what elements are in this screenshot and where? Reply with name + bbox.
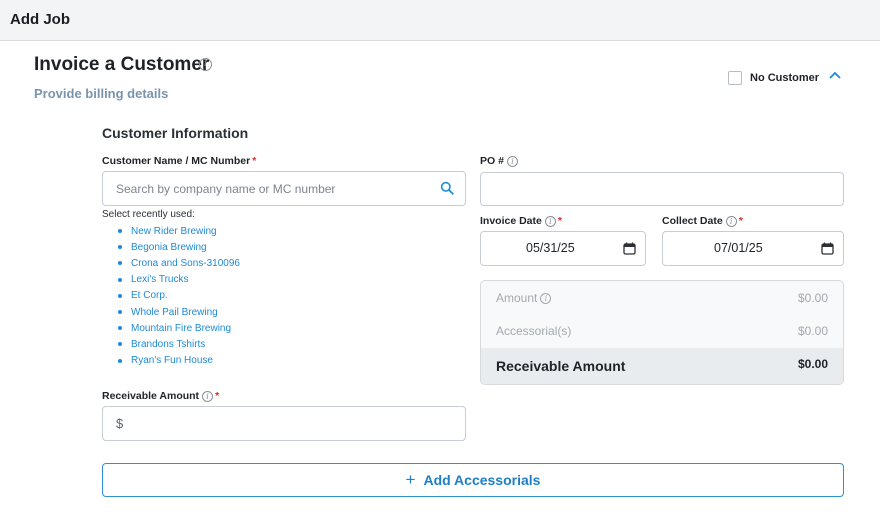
customer-name-label: Customer Name / MC Number * bbox=[102, 155, 256, 167]
required-mark: * bbox=[738, 215, 743, 227]
invoice-date-input[interactable]: 05/31/25 bbox=[480, 231, 646, 266]
recent-customer-link[interactable]: New Rider Brewing bbox=[131, 226, 217, 237]
collect-date-value: 07/01/25 bbox=[714, 241, 763, 255]
receivable-amount-label: Receivable Amount i * bbox=[102, 390, 219, 402]
recent-title: Select recently used: bbox=[102, 209, 195, 220]
info-icon[interactable]: i bbox=[506, 155, 518, 167]
recent-customer-link[interactable]: Lexi's Trucks bbox=[131, 274, 188, 285]
bullet-icon bbox=[118, 277, 122, 282]
recent-customer-link[interactable]: Begonia Brewing bbox=[131, 242, 207, 253]
add-accessorials-label: Add Accessorials bbox=[423, 472, 541, 488]
no-customer-checkbox[interactable] bbox=[728, 71, 742, 85]
customer-name-label-text: Customer Name / MC Number bbox=[102, 155, 251, 167]
page-title: Add Job bbox=[10, 11, 70, 28]
customer-information-title: Customer Information bbox=[102, 125, 249, 141]
recent-customer-item[interactable]: Crona and Sons-310096 bbox=[118, 255, 240, 271]
recent-customer-item[interactable]: Begonia Brewing bbox=[118, 239, 240, 255]
accessorials-label: Accessorial(s) bbox=[496, 324, 572, 338]
receivable-amount-input[interactable]: $ bbox=[102, 406, 466, 441]
bullet-icon bbox=[118, 261, 122, 266]
recent-customer-link[interactable]: Ryan's Fun House bbox=[131, 355, 213, 366]
amount-label: Amount i bbox=[496, 291, 552, 305]
section-title: Invoice a Customer bbox=[34, 54, 210, 75]
po-label-text: PO # bbox=[480, 155, 504, 167]
recent-customer-link[interactable]: Mountain Fire Brewing bbox=[131, 323, 231, 334]
accessorials-value: $0.00 bbox=[797, 324, 828, 338]
bullet-icon bbox=[118, 358, 122, 363]
amount-value: $0.00 bbox=[797, 291, 828, 305]
invoice-date-label-text: Invoice Date bbox=[480, 215, 542, 227]
info-icon[interactable]: i bbox=[725, 215, 737, 227]
currency-symbol: $ bbox=[116, 416, 124, 431]
po-label: PO # i bbox=[480, 155, 518, 167]
bullet-icon bbox=[118, 229, 122, 234]
receivable-total-value: $0.00 bbox=[797, 357, 828, 371]
no-customer-label: No Customer bbox=[750, 72, 820, 84]
top-bar: Add Job bbox=[0, 0, 880, 41]
bullet-icon bbox=[118, 293, 122, 298]
add-accessorials-button[interactable]: + Add Accessorials bbox=[102, 463, 844, 497]
required-mark: * bbox=[252, 155, 257, 167]
calendar-icon[interactable] bbox=[623, 242, 636, 255]
bullet-icon bbox=[118, 310, 122, 315]
recent-customer-link[interactable]: Crona and Sons-310096 bbox=[131, 258, 240, 269]
recent-customer-item[interactable]: Ryan's Fun House bbox=[118, 353, 240, 369]
invoice-date-value: 05/31/25 bbox=[526, 241, 575, 255]
amount-label-text: Amount bbox=[496, 291, 538, 305]
section-subtitle: Provide billing details bbox=[34, 86, 169, 101]
receivable-total-label: Receivable Amount bbox=[496, 358, 626, 374]
info-icon[interactable]: i bbox=[544, 215, 556, 227]
no-customer-toggle[interactable]: No Customer bbox=[728, 71, 819, 85]
po-number-input[interactable] bbox=[480, 172, 844, 206]
recent-customer-list: New Rider Brewing Begonia Brewing Crona … bbox=[118, 223, 240, 369]
required-mark: * bbox=[557, 215, 562, 227]
bullet-icon bbox=[118, 342, 122, 347]
recent-customer-item[interactable]: Whole Pail Brewing bbox=[118, 304, 240, 320]
plus-icon: + bbox=[405, 470, 416, 489]
info-icon[interactable]: i bbox=[202, 390, 214, 402]
recent-customer-item[interactable]: Mountain Fire Brewing bbox=[118, 320, 240, 336]
calendar-icon[interactable] bbox=[821, 242, 834, 255]
info-icon[interactable]: i bbox=[540, 292, 552, 304]
recent-customer-item[interactable]: New Rider Brewing bbox=[118, 223, 240, 239]
receivable-total-row: Receivable Amount $0.00 bbox=[481, 348, 843, 384]
receivable-amount-label-text: Receivable Amount bbox=[102, 390, 200, 402]
bullet-icon bbox=[118, 326, 122, 331]
collect-date-label: Collect Date i * bbox=[662, 215, 743, 227]
recent-customer-item[interactable]: Lexi's Trucks bbox=[118, 272, 240, 288]
recent-customer-item[interactable]: Brandons Tshirts bbox=[118, 336, 240, 352]
chevron-up-icon[interactable] bbox=[828, 68, 842, 82]
required-mark: * bbox=[215, 390, 220, 402]
bullet-icon bbox=[118, 245, 122, 250]
recent-customer-link[interactable]: Et Corp. bbox=[131, 290, 168, 301]
info-icon[interactable]: i bbox=[199, 58, 212, 71]
recent-customer-link[interactable]: Whole Pail Brewing bbox=[131, 307, 218, 318]
search-placeholder: Search by company name or MC number bbox=[116, 182, 336, 196]
search-icon[interactable] bbox=[440, 181, 454, 195]
collect-date-input[interactable]: 07/01/25 bbox=[662, 231, 844, 266]
recent-customer-link[interactable]: Brandons Tshirts bbox=[131, 339, 205, 350]
recent-customer-item[interactable]: Et Corp. bbox=[118, 288, 240, 304]
collect-date-label-text: Collect Date bbox=[662, 215, 723, 227]
amount-summary-card: Amount i $0.00 Accessorial(s) $0.00 Rece… bbox=[480, 280, 844, 385]
customer-search-input[interactable]: Search by company name or MC number bbox=[102, 171, 466, 206]
invoice-date-label: Invoice Date i * bbox=[480, 215, 562, 227]
